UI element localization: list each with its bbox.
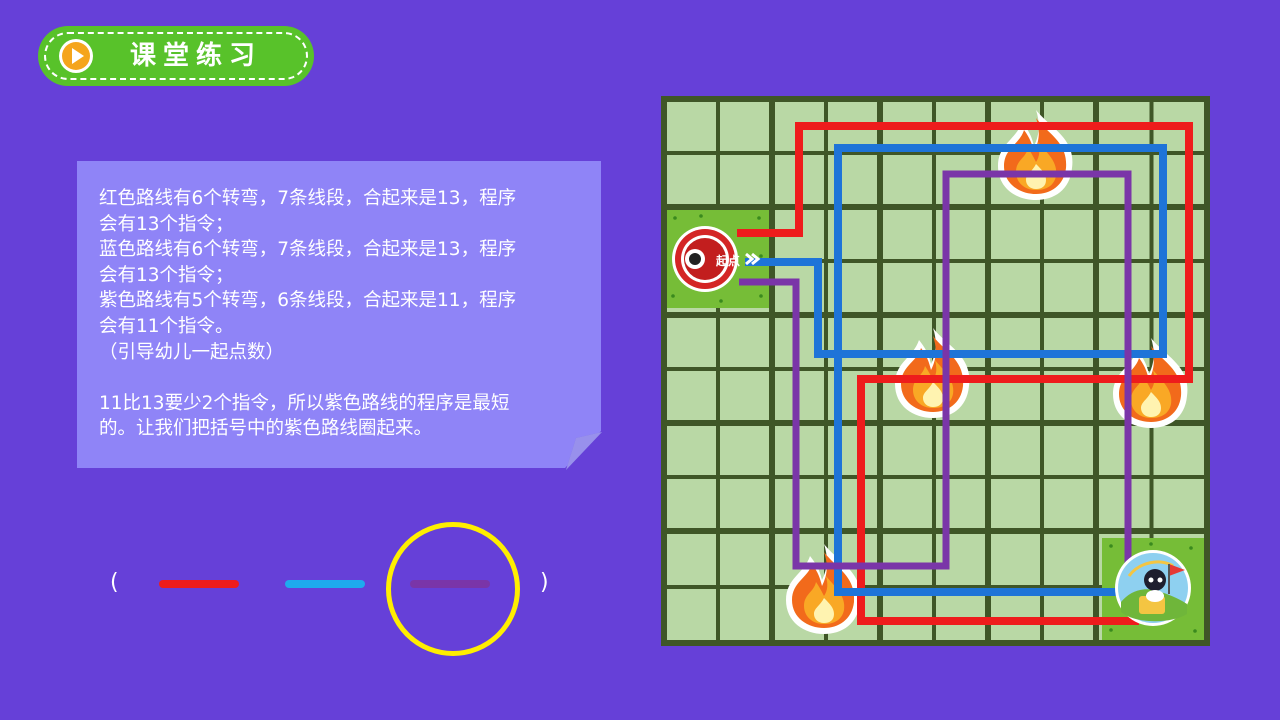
note-line: 的。让我们把括号中的紫色路线圈起来。 bbox=[99, 418, 433, 440]
note-line: 11比13要少2个指令，所以紫色路线的程序是最短 bbox=[99, 392, 510, 414]
play-icon[interactable] bbox=[58, 38, 94, 74]
note-line bbox=[99, 365, 589, 391]
start-label: 起点 bbox=[715, 253, 740, 268]
note-line: （引导幼儿一起点数） bbox=[99, 341, 285, 363]
note-line: 会有11个指令。 bbox=[99, 315, 234, 337]
note-line: 会有13个指令； bbox=[99, 213, 234, 235]
header-title: 课堂练习 bbox=[130, 41, 263, 71]
red-route-option[interactable] bbox=[159, 580, 239, 588]
note-line: 紫色路线有5个转弯，6条线段，合起来是11，程序 bbox=[99, 290, 517, 312]
note-line: 会有13个指令； bbox=[99, 264, 234, 286]
open-paren: ( bbox=[110, 570, 119, 595]
note-line: 蓝色路线有6个转弯，7条线段，合起来是13，程序 bbox=[99, 239, 517, 261]
lesson-header: 课堂练习 bbox=[38, 26, 314, 86]
close-paren: ) bbox=[540, 570, 549, 595]
goal-character-icon[interactable] bbox=[1115, 550, 1191, 626]
blue-route-option[interactable] bbox=[285, 580, 365, 588]
route-map: 起点 bbox=[661, 96, 1210, 646]
explanation-text: 红色路线有6个转弯，7条线段，合起来是13，程序 会有13个指令； 蓝色路线有6… bbox=[99, 186, 589, 442]
selection-circle bbox=[386, 522, 520, 656]
note-line: 红色路线有6个转弯，7条线段，合起来是13，程序 bbox=[99, 188, 517, 209]
